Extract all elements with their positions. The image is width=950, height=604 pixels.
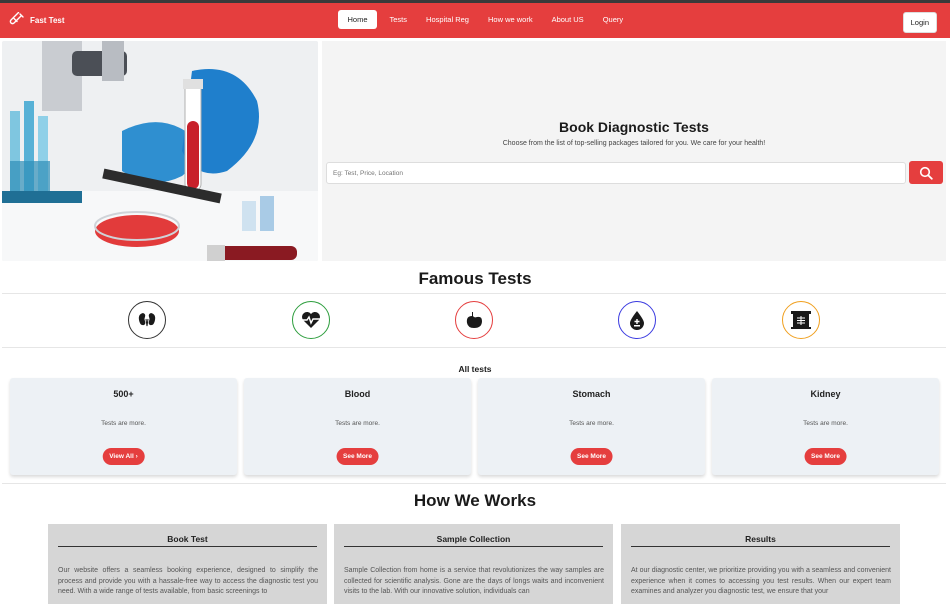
button-label: View All xyxy=(109,453,134,460)
stomach-icon xyxy=(466,312,482,328)
how-we-work-card: Results At our diagnostic center, we pri… xyxy=(621,524,900,604)
nav-item-tests[interactable]: Tests xyxy=(380,10,417,29)
work-card-title: Book Test xyxy=(167,534,208,544)
search-button[interactable] xyxy=(909,161,943,184)
nav-item-query[interactable]: Query xyxy=(593,10,632,29)
heart-pulse-icon xyxy=(302,312,320,328)
divider xyxy=(58,546,317,547)
brand[interactable]: Fast Test xyxy=(9,12,65,28)
card-title: 500+ xyxy=(113,389,134,399)
all-tests-title: All tests xyxy=(458,364,492,374)
heart-test-button[interactable] xyxy=(292,301,330,339)
stomach-test-button[interactable] xyxy=(455,301,493,339)
test-card: Blood Tests are more. See More xyxy=(244,378,471,475)
nav-item-hospital-reg[interactable]: Hospital Reg xyxy=(417,10,479,29)
how-we-work-card: Book Test Our website offers a seamless … xyxy=(48,524,327,604)
hero-image xyxy=(2,41,318,261)
nav-item-how-we-work[interactable]: How we work xyxy=(478,10,542,29)
how-we-works-title: How We Works xyxy=(413,491,537,510)
work-card-title: Sample Collection xyxy=(436,534,511,544)
card-title: Blood xyxy=(344,389,371,399)
hero-panel: Book Diagnostic Tests Choose from the li… xyxy=(322,41,946,261)
nav-item-home[interactable]: Home xyxy=(338,10,378,29)
see-more-button[interactable]: See More xyxy=(336,448,379,465)
see-more-button[interactable]: See More xyxy=(570,448,613,465)
nav-links: Home Tests Hospital Reg How we work Abou… xyxy=(338,10,633,29)
divider xyxy=(2,347,946,348)
card-description: Tests are more. xyxy=(101,420,146,427)
work-card-text: Sample Collection from home is a service… xyxy=(344,567,604,595)
divider xyxy=(2,483,946,484)
famous-tests-title: Famous Tests xyxy=(418,269,532,288)
hero-title: Book Diagnostic Tests xyxy=(559,119,709,135)
test-card: Stomach Tests are more. See More xyxy=(478,378,705,475)
kidney-icon xyxy=(138,313,156,327)
card-title: Kidney xyxy=(810,389,841,399)
divider xyxy=(344,546,603,547)
search-icon xyxy=(919,166,933,180)
login-button[interactable]: Login xyxy=(902,12,937,33)
xray-test-button[interactable] xyxy=(782,301,820,339)
how-we-work-card: Sample Collection Sample Collection from… xyxy=(334,524,613,604)
brand-name: Fast Test xyxy=(30,15,65,25)
xray-icon xyxy=(791,311,811,329)
divider xyxy=(631,546,890,547)
view-all-button[interactable]: View All › xyxy=(102,448,145,465)
work-card-title: Results xyxy=(745,534,776,544)
card-description: Tests are more. xyxy=(803,420,848,427)
card-description: Tests are more. xyxy=(569,420,614,427)
card-title: Stomach xyxy=(572,389,611,399)
work-card-text: At our diagnostic center, we prioritize … xyxy=(631,567,891,595)
navbar: Fast Test Home Tests Hospital Reg How we… xyxy=(0,3,950,38)
divider xyxy=(2,293,946,294)
card-description: Tests are more. xyxy=(335,420,380,427)
see-more-button[interactable]: See More xyxy=(804,448,847,465)
blood-test-button[interactable] xyxy=(618,301,656,339)
kidney-test-button[interactable] xyxy=(128,301,166,339)
test-tube-icon xyxy=(9,12,24,25)
work-card-text: Our website offers a seamless booking ex… xyxy=(58,567,318,595)
test-card: 500+ Tests are more. View All › xyxy=(10,378,237,475)
blood-drop-icon xyxy=(630,311,644,330)
test-card: Kidney Tests are more. See More xyxy=(712,378,939,475)
search-input[interactable] xyxy=(326,162,906,184)
hero-subtitle: Choose from the list of top-selling pack… xyxy=(502,140,766,147)
chevron-right-icon: › xyxy=(135,453,138,460)
nav-item-about-us[interactable]: About US xyxy=(542,10,593,29)
